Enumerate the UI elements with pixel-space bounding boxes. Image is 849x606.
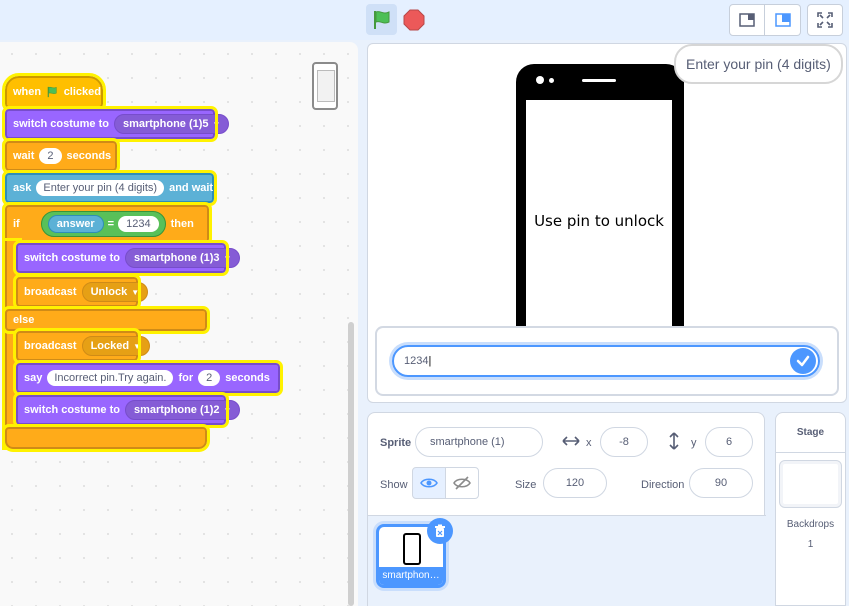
phone-sensor-dot	[549, 78, 554, 83]
answer-reporter[interactable]: answer	[47, 215, 104, 233]
costume-dropdown[interactable]: smartphone (1)5 ▼	[113, 114, 230, 134]
direction-label: Direction	[641, 479, 685, 491]
block-label: wait	[13, 150, 35, 162]
block-label: switch costume to	[13, 118, 109, 130]
x-position-icon	[562, 436, 580, 446]
x-label: x	[586, 437, 592, 449]
stop-icon	[403, 9, 425, 31]
fullscreen-button[interactable]	[807, 4, 843, 36]
stage-selector-pane[interactable]: Stage Backdrops 1	[775, 412, 846, 606]
stage-view-controls	[729, 4, 843, 36]
ask-question-input[interactable]: Enter your pin (4 digits)	[36, 180, 165, 196]
if-else-bottom	[2, 424, 210, 452]
broadcast-message-dropdown[interactable]: Unlock ▼	[81, 282, 149, 302]
ask-prompt-box: 1234 |	[375, 326, 839, 396]
block-label: broadcast	[24, 340, 77, 352]
phone-sprite[interactable]: Use pin to unlock	[516, 64, 684, 370]
small-stage-button[interactable]	[729, 4, 765, 36]
answer-text: 1234	[404, 355, 429, 367]
costume-dropdown[interactable]: smartphone (1)2 ▼	[124, 400, 241, 420]
block-label: switch costume to	[24, 252, 120, 264]
stage-pane-title: Stage	[776, 413, 845, 453]
y-label: y	[691, 437, 697, 449]
say-seconds-input[interactable]: 2	[198, 370, 221, 386]
green-flag-button[interactable]	[366, 4, 397, 35]
size-input[interactable]: 120	[543, 468, 607, 498]
block-label: ask	[13, 182, 32, 194]
when-flag-clicked-block[interactable]: when clicked	[2, 73, 106, 111]
phone-speaker	[582, 79, 616, 82]
y-position-icon	[669, 432, 679, 450]
checkmark-icon	[796, 355, 810, 367]
block-label: broadcast	[24, 286, 77, 298]
suffix-label: and wait	[169, 182, 214, 194]
x-position-input[interactable]: -8	[600, 427, 648, 457]
sprite-label: Sprite	[380, 437, 412, 449]
normal-stage-button[interactable]	[765, 4, 801, 36]
size-label: Size	[515, 479, 537, 491]
stage-thumbnail[interactable]	[779, 460, 842, 508]
then-label: then	[170, 218, 194, 230]
stage[interactable]: Use pin to unlock Enter your pin (4 digi…	[367, 43, 847, 403]
equals-operator[interactable]: answer = 1234	[40, 211, 166, 237]
if-else-block[interactable]: if answer = 1234 then	[2, 202, 212, 246]
unit-label: seconds	[225, 372, 270, 384]
wait-block[interactable]: wait 2 seconds	[2, 138, 120, 174]
else-section: else	[2, 306, 210, 334]
current-sprite-indicator	[312, 62, 338, 110]
y-position-input[interactable]: 6	[705, 427, 753, 457]
delete-sprite-button[interactable]	[427, 518, 453, 544]
stop-button[interactable]	[403, 9, 425, 31]
switch-costume-block-1[interactable]: switch costume to smartphone (1)5 ▼	[2, 106, 230, 142]
show-label: Show	[380, 479, 408, 491]
top-bar	[0, 0, 849, 40]
sprite-list: smartphon…	[368, 515, 766, 606]
direction-input[interactable]: 90	[689, 468, 753, 498]
code-scrollbar[interactable]	[348, 322, 354, 606]
backdrops-label: Backdrops	[786, 519, 835, 530]
say-message-input[interactable]: Incorrect pin.Try again.	[47, 370, 174, 386]
when-label: when	[13, 86, 42, 98]
clicked-label: clicked	[63, 86, 101, 98]
broadcast-block-unlock[interactable]: broadcast Unlock ▼	[13, 274, 149, 310]
hide-sprite-button[interactable]	[445, 467, 479, 499]
block-label: say	[24, 372, 43, 384]
fullscreen-icon	[817, 12, 833, 28]
if-label: if	[13, 218, 20, 230]
sprite-name-input[interactable]: smartphone (1)	[415, 427, 543, 457]
trash-icon	[435, 524, 445, 537]
green-flag-icon	[47, 86, 57, 98]
wait-seconds-input[interactable]: 2	[39, 148, 62, 164]
costume-dropdown[interactable]: smartphone (1)3 ▼	[124, 248, 241, 268]
switch-costume-block-2[interactable]: switch costume to smartphone (1)3 ▼	[13, 240, 241, 276]
ask-and-wait-block[interactable]: ask Enter your pin (4 digits) and wait	[2, 170, 217, 206]
sprite-tile-label: smartphon…	[379, 567, 443, 585]
broadcast-message-dropdown[interactable]: Locked ▼	[81, 336, 151, 356]
say-for-seconds-block[interactable]: say Incorrect pin.Try again. for 2 secon…	[13, 360, 283, 396]
equals-sign: =	[107, 218, 115, 230]
eye-slash-icon	[453, 476, 471, 490]
else-label: else	[13, 314, 35, 326]
small-stage-icon	[739, 13, 755, 27]
answer-input[interactable]: 1234 |	[392, 345, 820, 377]
sprite-thumbnail	[403, 533, 421, 565]
backdrops-count: 1	[807, 539, 814, 550]
speech-bubble: Enter your pin (4 digits)	[674, 44, 843, 84]
green-flag-icon	[373, 10, 389, 29]
show-sprite-button[interactable]	[412, 467, 446, 499]
phone-screen-text: Use pin to unlock	[534, 212, 664, 230]
switch-costume-block-3[interactable]: switch costume to smartphone (1)2 ▼	[13, 392, 241, 428]
submit-answer-button[interactable]	[790, 348, 816, 374]
block-label: switch costume to	[24, 404, 120, 416]
compare-value-input[interactable]: 1234	[118, 216, 159, 232]
normal-stage-icon	[774, 13, 791, 27]
broadcast-block-locked[interactable]: broadcast Locked ▼	[13, 328, 151, 364]
eye-icon	[420, 478, 438, 488]
phone-camera-dot	[536, 76, 544, 84]
for-label: for	[178, 372, 194, 384]
unit-label: seconds	[66, 150, 112, 162]
